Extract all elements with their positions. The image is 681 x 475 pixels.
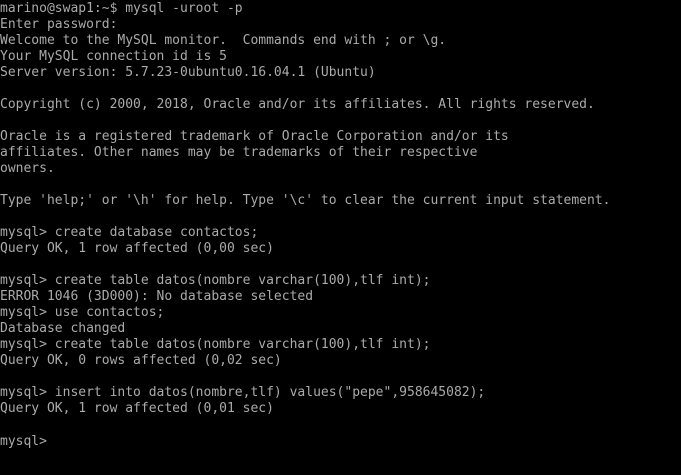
text-cursor: [47, 433, 54, 447]
query-result: Query OK, 0 rows affected (0,02 sec): [0, 353, 282, 368]
welcome-message: Welcome to the MySQL monitor. Commands e…: [0, 33, 447, 48]
error-message: ERROR 1046 (3D000): No database selected: [0, 289, 314, 304]
mysql-command: mysql> use contactos;: [0, 305, 165, 320]
query-result: Database changed: [0, 321, 126, 336]
query-result: Query OK, 1 row affected (0,01 sec): [0, 401, 274, 416]
mysql-command: mysql> create table datos(nombre varchar…: [0, 273, 431, 288]
active-prompt-line[interactable]: mysql>: [0, 433, 681, 449]
connection-id-text: Your MySQL connection id is 5: [0, 49, 227, 64]
terminal-window[interactable]: marino@swap1:~$ mysql -uroot -p Enter pa…: [0, 0, 681, 475]
trademark-text-1: Oracle is a registered trademark of Orac…: [0, 129, 509, 144]
mysql-command: mysql> create table datos(nombre varchar…: [0, 337, 431, 352]
trademark-text-2: affiliates. Other names may be trademark…: [0, 145, 478, 160]
copyright-text: Copyright (c) 2000, 2018, Oracle and/or …: [0, 97, 595, 112]
mysql-prompt: mysql>: [0, 434, 47, 449]
trademark-text-3: owners.: [0, 161, 55, 176]
shell-command-line: marino@swap1:~$ mysql -uroot -p: [0, 1, 243, 16]
mysql-command: mysql> create database contactos;: [0, 225, 259, 240]
query-result: Query OK, 1 row affected (0,00 sec): [0, 241, 274, 256]
mysql-command: mysql> insert into datos(nombre,tlf) val…: [0, 385, 486, 400]
password-prompt: Enter password:: [0, 17, 118, 32]
server-version-text: Server version: 5.7.23-0ubuntu0.16.04.1 …: [0, 65, 376, 80]
help-hint-text: Type 'help;' or '\h' for help. Type '\c'…: [0, 193, 611, 208]
